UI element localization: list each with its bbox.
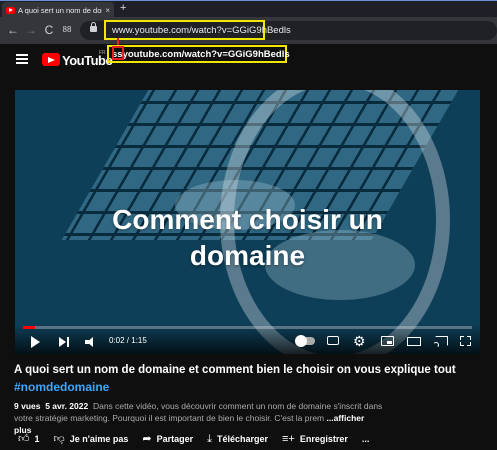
- cast-icon[interactable]: [433, 336, 448, 348]
- autoplay-toggle[interactable]: [295, 335, 315, 347]
- tab-title: A quoi sert un nom de domaine: [18, 5, 102, 15]
- region-code: FR: [99, 50, 106, 56]
- video-player[interactable]: Comment choisir un domaine 0:02 / 1:15 ⚙: [15, 90, 480, 354]
- action-bar: 👍︎ 1 👎︎ Je n'aime pas ➦ Partager ⤓ Téléc…: [18, 431, 383, 447]
- dislike-label: Je n'aime pas: [69, 434, 129, 444]
- player-controls: 0:02 / 1:15 ⚙: [15, 324, 480, 354]
- thumbs-down-icon: 👎︎: [53, 432, 65, 445]
- hamburger-menu-icon[interactable]: [16, 54, 28, 64]
- back-arrow-icon[interactable]: ←: [6, 23, 20, 37]
- url-text: www.youtube.com/watch?v=GGiG9hBedls: [112, 24, 291, 36]
- miniplayer-icon[interactable]: [381, 336, 394, 346]
- save-label: Enregistrer: [299, 434, 348, 444]
- reload-icon[interactable]: C: [42, 23, 56, 37]
- save-button[interactable]: ≡+ Enregistrer: [282, 432, 348, 445]
- more-dots-icon: ...: [361, 434, 370, 444]
- progress-bar[interactable]: [23, 326, 472, 329]
- view-count: 9 vues: [14, 401, 41, 411]
- edited-url-text: ssyoutube.com/watch?v=GGiG9hBedls: [112, 48, 290, 60]
- tab-close-icon[interactable]: ×: [105, 6, 110, 15]
- browser-tab-bar: A quoi sert un nom de domaine × +: [0, 0, 497, 18]
- browser-tab[interactable]: A quoi sert un nom de domaine ×: [2, 2, 114, 18]
- new-tab-button[interactable]: +: [120, 2, 126, 14]
- apps-grid-icon[interactable]: 88: [60, 23, 74, 37]
- url-annotation-box[interactable]: www.youtube.com/watch?v=GGiG9hBedls: [104, 20, 291, 40]
- ss-prefix-highlight: [112, 46, 124, 60]
- dislike-button[interactable]: 👎︎ Je n'aime pas: [53, 432, 129, 445]
- share-button[interactable]: ➦ Partager: [142, 432, 194, 445]
- edited-url-annotation-box: ssyoutube.com/watch?v=GGiG9hBedls: [107, 45, 290, 63]
- forward-arrow-icon[interactable]: →: [24, 23, 38, 37]
- subtitles-icon[interactable]: [327, 336, 339, 345]
- like-count: 1: [34, 434, 40, 444]
- video-overlay-title: Comment choisir un domaine: [112, 204, 383, 271]
- youtube-favicon-icon: [6, 6, 15, 14]
- share-label: Partager: [156, 434, 194, 444]
- fullscreen-icon[interactable]: [460, 336, 471, 346]
- download-icon: ⤓: [207, 432, 212, 445]
- youtube-logo-icon[interactable]: [42, 53, 60, 66]
- video-title: A quoi sert un nom de domaine et comment…: [14, 364, 456, 376]
- download-label: Télécharger: [216, 434, 269, 444]
- download-button[interactable]: ⤓ Télécharger: [207, 432, 269, 445]
- progress-fill: [23, 326, 36, 329]
- hashtag-link[interactable]: #nomdedomaine: [14, 380, 109, 394]
- share-arrow-icon: ➦: [142, 432, 152, 445]
- add-to-playlist-icon: ≡+: [282, 432, 295, 445]
- gear-icon[interactable]: ⚙: [353, 333, 366, 350]
- upload-date: 5 avr. 2022: [45, 401, 89, 411]
- lock-icon: [90, 22, 97, 32]
- next-icon[interactable]: [59, 337, 69, 347]
- more-actions-button[interactable]: ...: [362, 434, 370, 444]
- volume-icon[interactable]: [85, 337, 97, 347]
- thumbs-up-icon: 👍︎: [18, 432, 30, 445]
- theater-mode-icon[interactable]: [407, 337, 421, 346]
- play-icon[interactable]: [31, 336, 40, 348]
- time-display: 0:02 / 1:15: [109, 336, 147, 345]
- like-button[interactable]: 👍︎ 1: [18, 432, 40, 445]
